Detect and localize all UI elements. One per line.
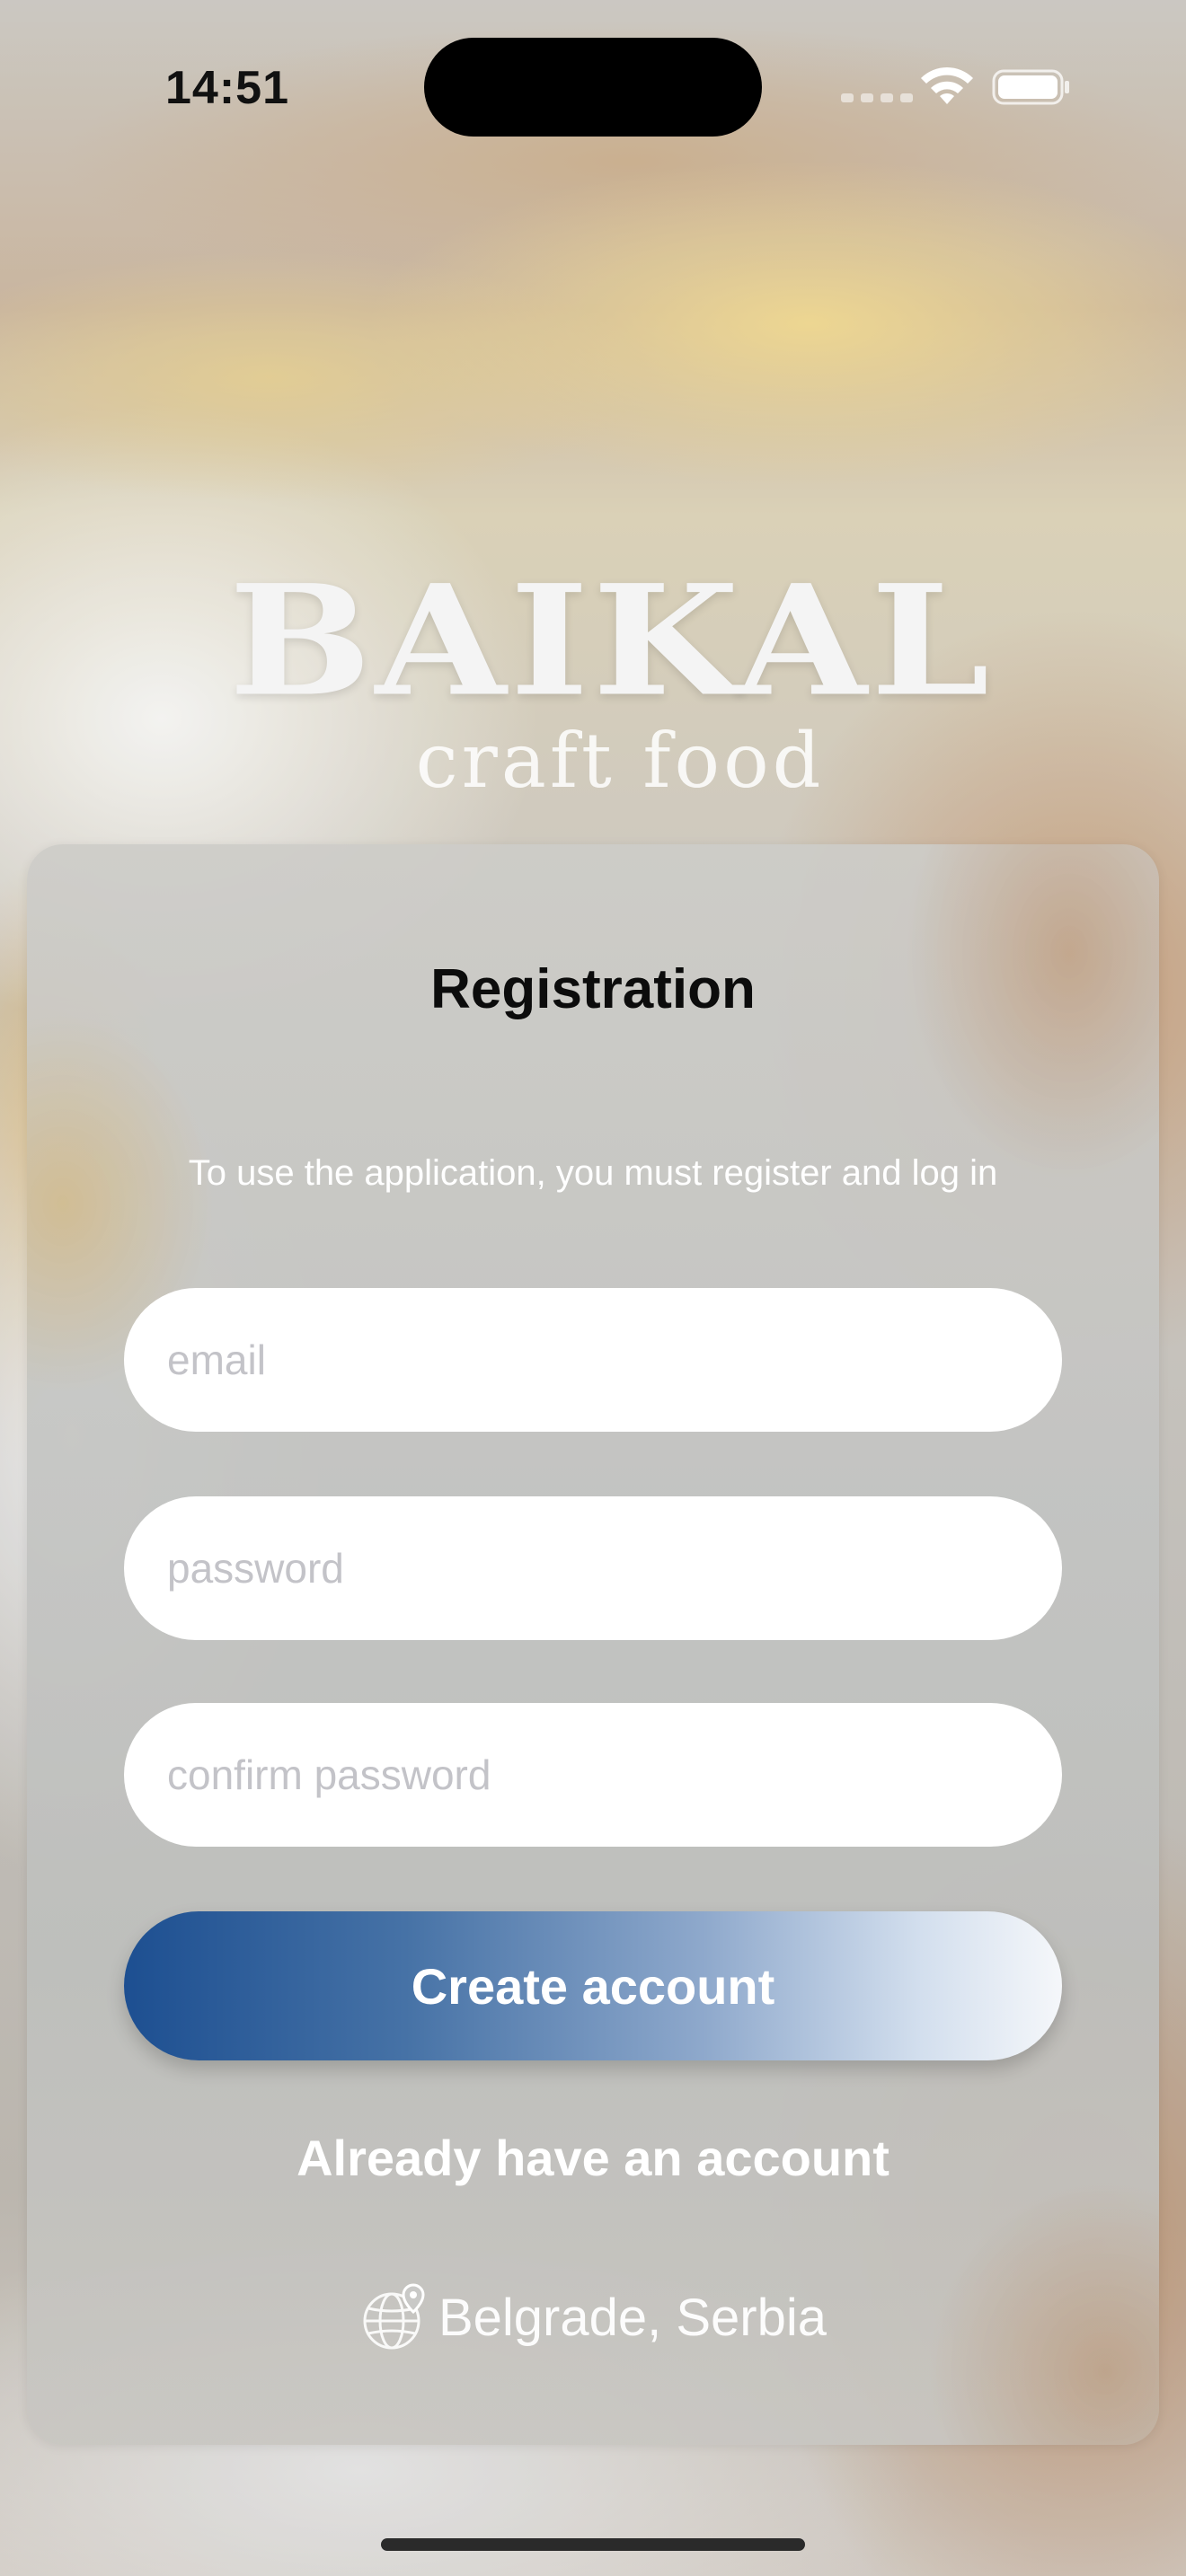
brand-subtitle: craft food [415, 717, 825, 805]
password-field[interactable] [124, 1496, 1062, 1640]
brand-title: BAIKAL [228, 551, 994, 730]
dynamic-island [424, 38, 762, 137]
status-bar: 14:51 [0, 0, 1186, 171]
home-indicator[interactable] [381, 2538, 805, 2551]
signal-icon [841, 93, 913, 102]
battery-icon [992, 69, 1069, 105]
registration-card: Registration To use the application, you… [27, 844, 1159, 2445]
location-label: Belgrade, Serbia [438, 2288, 828, 2347]
create-account-button[interactable]: Create account [124, 1911, 1062, 2060]
page-title: Registration [430, 958, 756, 1020]
brand-logo: BAIKAL craft food [0, 551, 1186, 805]
registration-hint: To use the application, you must registe… [188, 1153, 998, 1193]
email-field[interactable] [124, 1288, 1062, 1432]
wifi-icon [921, 66, 973, 104]
already-have-account-link[interactable]: Already have an account [27, 2129, 1159, 2187]
globe-location-icon [363, 2283, 425, 2350]
status-time: 14:51 [165, 62, 289, 114]
location-selector[interactable]: Belgrade, Serbia [27, 2281, 1159, 2353]
confirm-password-field[interactable] [124, 1703, 1062, 1847]
